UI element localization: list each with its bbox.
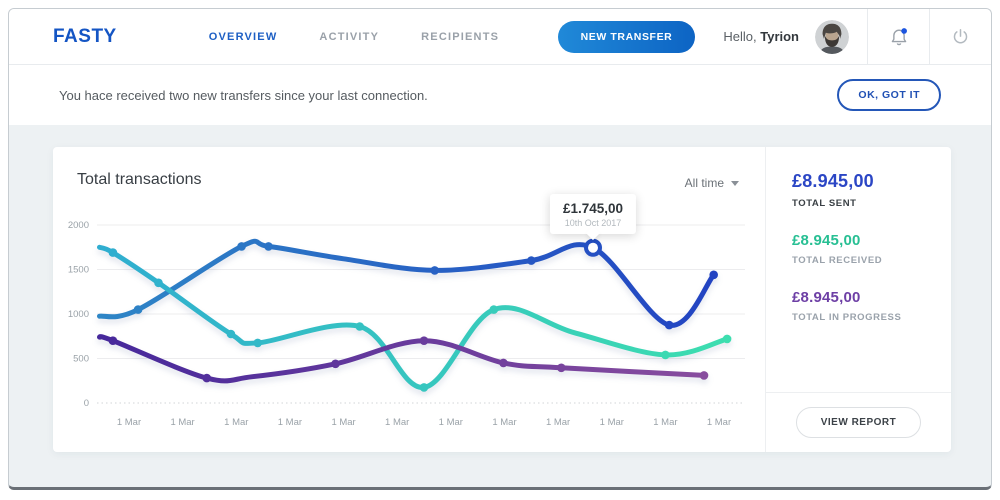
total-sent-value: £8.945,00	[792, 171, 874, 191]
nav-item-overview[interactable]: OVERVIEW	[209, 31, 278, 43]
chart-area: Total transactions All time 2000 1500 1000…	[53, 147, 766, 452]
svg-text:1 Mar: 1 Mar	[331, 417, 355, 428]
ok-got-it-button[interactable]: OK, GOT IT	[837, 79, 941, 111]
logo[interactable]: FASTY	[53, 26, 117, 48]
chart-tooltip: £1.745,00 10th Oct 2017	[549, 193, 637, 234]
svg-text:1 Mar: 1 Mar	[224, 417, 248, 428]
svg-text:1 Mar: 1 Mar	[439, 417, 463, 428]
total-in-progress-value: £8.945,00	[792, 289, 861, 306]
summary-totals: £8.945,00 TOTAL SENT £8.945,00 TOTAL REC…	[766, 147, 951, 346]
greeting-text: Hello,	[723, 29, 757, 44]
svg-text:0: 0	[84, 398, 89, 409]
app-window: FASTY OVERVIEW ACTIVITY RECIPIENTS NEW T…	[8, 8, 992, 490]
notification-dot	[900, 27, 907, 34]
svg-text:1 Mar: 1 Mar	[117, 417, 141, 428]
svg-text:1 Mar: 1 Mar	[600, 417, 624, 428]
new-transfer-button[interactable]: NEW TRANSFER	[557, 20, 696, 53]
svg-text:1 Mar: 1 Mar	[653, 417, 677, 428]
view-report-button[interactable]: VIEW REPORT	[795, 407, 922, 438]
notifications-cell[interactable]	[867, 9, 929, 65]
bell-icon	[891, 27, 907, 45]
total-in-progress-block: £8.945,00 TOTAL IN PROGRESS	[792, 289, 931, 323]
power-icon	[953, 29, 968, 44]
svg-text:1 Mar: 1 Mar	[546, 417, 570, 428]
notification-banner: You hace received two new transfers sinc…	[9, 65, 991, 125]
user-greeting: Hello, Tyrion	[723, 29, 799, 44]
total-received-value: £8.945,00	[792, 232, 861, 249]
nav-item-recipients[interactable]: RECIPIENTS	[421, 31, 499, 43]
transactions-chart[interactable]: 2000 1500 1000 500 0 1 Mar 1 Mar 1 Mar 1 Mar 1 Ma…	[53, 147, 766, 457]
transactions-card: Total transactions All time 2000 1500 1000…	[53, 147, 951, 452]
svg-text:1000: 1000	[68, 309, 89, 320]
header: FASTY OVERVIEW ACTIVITY RECIPIENTS NEW T…	[9, 9, 991, 65]
summary-panel: £8.945,00 TOTAL SENT £8.945,00 TOTAL REC…	[766, 147, 951, 452]
logout-cell[interactable]	[929, 9, 991, 65]
tooltip-value: £1.745,00	[562, 200, 624, 216]
total-received-label: TOTAL RECEIVED	[792, 255, 883, 266]
main-content: Total transactions All time 2000 1500 1000…	[9, 125, 991, 487]
total-sent-block: £8.945,00 TOTAL SENT	[792, 171, 931, 209]
svg-text:1 Mar: 1 Mar	[492, 417, 516, 428]
svg-text:2000: 2000	[68, 220, 89, 231]
svg-text:1 Mar: 1 Mar	[707, 417, 731, 428]
tooltip-date: 10th Oct 2017	[564, 217, 622, 228]
svg-text:1500: 1500	[68, 265, 89, 276]
svg-text:500: 500	[73, 354, 89, 365]
nav-item-activity[interactable]: ACTIVITY	[319, 31, 379, 43]
total-sent-label: TOTAL SENT	[792, 198, 857, 209]
summary-footer: VIEW REPORT	[766, 392, 951, 452]
svg-text:1 Mar: 1 Mar	[385, 417, 409, 428]
svg-text:1 Mar: 1 Mar	[278, 417, 302, 428]
svg-text:1 Mar: 1 Mar	[170, 417, 194, 428]
avatar-image	[815, 19, 849, 54]
avatar[interactable]	[815, 19, 849, 54]
total-in-progress-label: TOTAL IN PROGRESS	[792, 312, 902, 323]
banner-message: You hace received two new transfers sinc…	[59, 87, 428, 103]
username: Tyrion	[760, 29, 799, 44]
total-received-block: £8.945,00 TOTAL RECEIVED	[792, 232, 931, 266]
